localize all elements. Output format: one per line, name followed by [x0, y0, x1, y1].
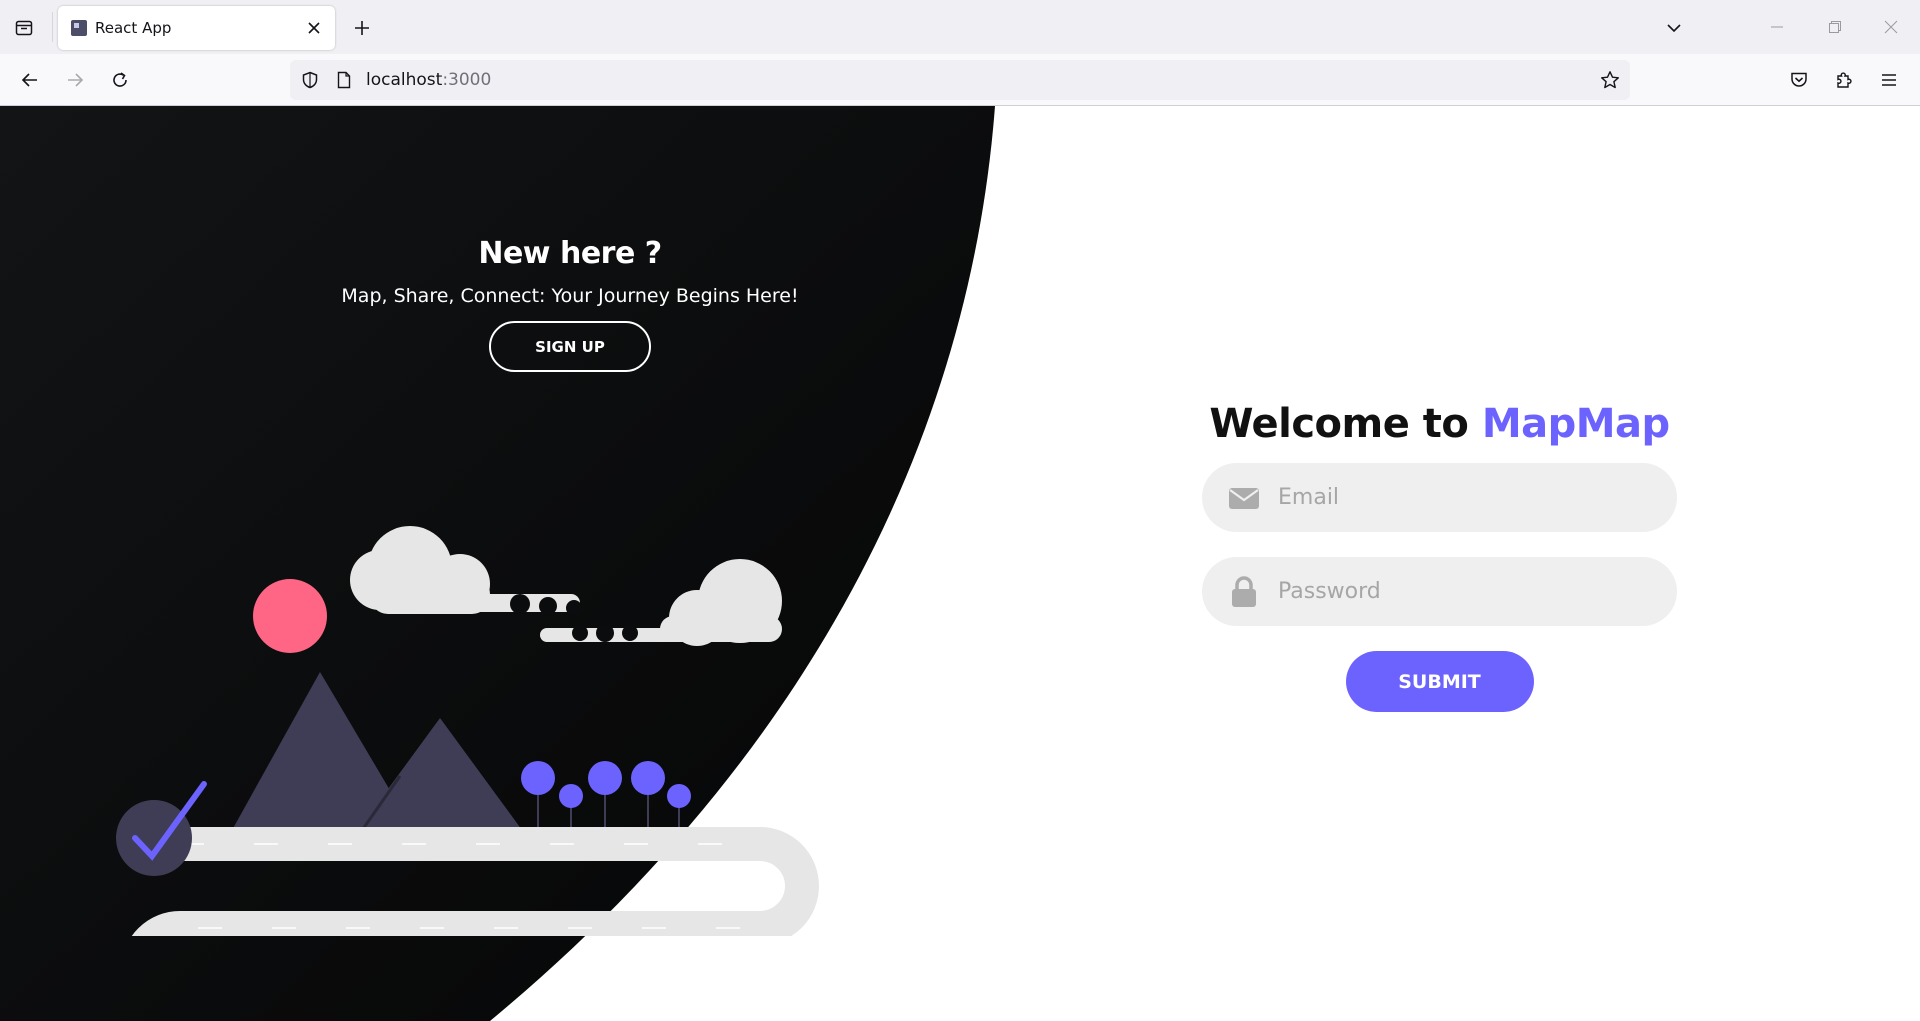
submit-button[interactable]: SUBMIT: [1345, 651, 1534, 712]
back-button[interactable]: [14, 64, 46, 96]
chevron-down-icon: [1667, 24, 1681, 33]
extensions-button[interactable]: [1828, 64, 1860, 96]
journey-illustration: [116, 526, 819, 936]
site-info-button[interactable]: [332, 68, 356, 92]
minimize-icon: [1771, 26, 1783, 28]
window-close-icon: [1884, 20, 1898, 34]
page-viewport: New here ? Map, Share, Connect: Your Jou…: [0, 106, 1920, 1021]
arrow-left-icon: [21, 73, 37, 87]
minimize-button[interactable]: [1754, 8, 1800, 46]
shield-icon: [302, 71, 318, 89]
password-input[interactable]: [1278, 557, 1658, 626]
new-tab-button[interactable]: [346, 12, 378, 44]
signin-form: Welcome to MapMap SUBMIT: [1202, 401, 1677, 712]
arrow-right-icon: [68, 73, 84, 87]
firefox-view-button[interactable]: [8, 12, 40, 44]
email-field[interactable]: [1202, 463, 1677, 532]
restore-button[interactable]: [1812, 8, 1858, 46]
pocket-button[interactable]: [1783, 64, 1815, 96]
tab-separator: [52, 12, 53, 42]
signup-subtitle: Map, Share, Connect: Your Journey Begins…: [341, 285, 799, 307]
tracking-protection-button[interactable]: [298, 68, 322, 92]
url-port: :3000: [442, 70, 492, 90]
forward-button[interactable]: [59, 64, 91, 96]
winding-road: [131, 827, 819, 936]
firefox-view-icon: [15, 20, 33, 36]
pocket-icon: [1791, 72, 1807, 87]
reload-button[interactable]: [104, 64, 136, 96]
reload-icon: [113, 72, 127, 87]
address-bar[interactable]: localhost:3000: [290, 60, 1630, 100]
tab-title: React App: [95, 19, 172, 37]
list-all-tabs-button[interactable]: [1658, 12, 1690, 44]
browser-tab-strip: React App: [0, 0, 1920, 54]
url-host: localhost: [366, 70, 443, 90]
app-menu-button[interactable]: [1873, 64, 1905, 96]
close-icon: [308, 22, 320, 34]
browser-nav-bar: localhost:3000: [0, 54, 1920, 106]
page-icon: [337, 71, 351, 89]
hamburger-menu-icon: [1882, 74, 1896, 86]
signup-panel: New here ? Map, Share, Connect: Your Jou…: [270, 236, 870, 372]
signup-heading: New here ?: [478, 236, 662, 271]
bookmark-button[interactable]: [1598, 68, 1622, 92]
star-icon: [1601, 71, 1619, 89]
sign-up-button[interactable]: SIGN UP: [489, 321, 651, 372]
react-app-favicon-icon: [71, 20, 87, 36]
welcome-title-prefix: Welcome to: [1209, 401, 1482, 447]
puzzle-icon: [1837, 72, 1852, 88]
window-close-button[interactable]: [1868, 8, 1914, 46]
brand-name: MapMap: [1481, 401, 1670, 447]
welcome-title: Welcome to MapMap: [1172, 401, 1707, 447]
tab-close-button[interactable]: [301, 15, 327, 41]
sun-shape: [253, 579, 327, 653]
email-input[interactable]: [1278, 463, 1658, 532]
plus-icon: [355, 21, 369, 35]
url-text[interactable]: localhost:3000: [366, 70, 491, 90]
password-field[interactable]: [1202, 557, 1677, 626]
restore-icon: [1829, 21, 1841, 33]
active-tab[interactable]: React App: [58, 6, 335, 50]
lock-icon: [1228, 576, 1260, 607]
envelope-icon: [1228, 483, 1260, 513]
